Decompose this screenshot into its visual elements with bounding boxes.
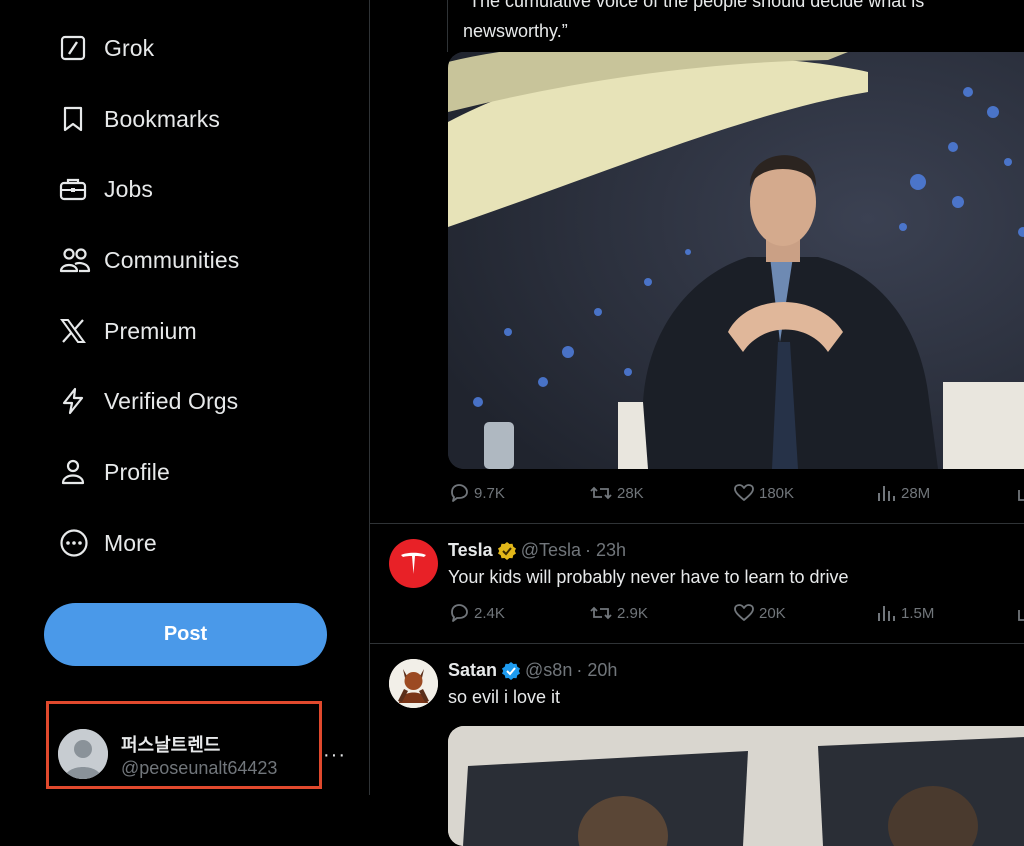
nav-bookmarks-label: Bookmarks [104, 105, 220, 132]
views-button[interactable]: 1.5M [875, 602, 934, 624]
post-divider [370, 643, 1024, 644]
share-button[interactable] [1017, 482, 1024, 504]
post-actions: 2.4K 2.9K 20K 1.5M [448, 602, 1024, 632]
post-image[interactable] [448, 52, 1024, 469]
quoted-post-text: “The cumulative voice of the people shou… [463, 0, 925, 41]
column-divider [369, 0, 370, 795]
nav-bookmarks[interactable]: Bookmarks [44, 91, 220, 147]
post-time[interactable]: · 20h [576, 660, 617, 681]
share-button[interactable] [1017, 602, 1024, 624]
x-logo-icon [44, 303, 104, 359]
post-divider [370, 523, 1024, 524]
author-handle[interactable]: @s8n [525, 660, 572, 681]
briefcase-icon [44, 161, 104, 217]
heart-icon [734, 484, 754, 501]
nav-profile[interactable]: Profile [44, 444, 170, 500]
post-media-preview [448, 726, 1024, 846]
heart-icon [734, 604, 754, 621]
avatar[interactable] [58, 729, 108, 779]
repost-icon [590, 606, 612, 620]
person-icon [44, 444, 104, 500]
post-button[interactable]: Post [44, 603, 327, 666]
post-time[interactable]: · 23h [585, 540, 626, 561]
like-button[interactable]: 180K [733, 482, 794, 504]
analytics-icon [878, 486, 895, 501]
analytics-icon [878, 606, 895, 621]
nav-more-label: More [104, 529, 157, 556]
nav-jobs[interactable]: Jobs [44, 161, 153, 217]
post-header: Tesla @Tesla · 23h [448, 540, 626, 561]
nav-more[interactable]: More [44, 515, 157, 571]
account-more-icon[interactable]: ··· [323, 744, 346, 767]
sidebar: Grok Bookmarks Jobs Communities Premium … [0, 0, 369, 795]
gold-verified-badge-icon [497, 541, 516, 560]
nav-grok-label: Grok [104, 34, 155, 61]
author-name[interactable]: Satan [448, 660, 497, 681]
author-handle[interactable]: @Tesla [521, 540, 581, 561]
repost-icon [590, 486, 612, 500]
reply-icon [451, 484, 468, 502]
bookmark-icon [44, 91, 104, 147]
nav-grok[interactable]: Grok [44, 20, 154, 76]
nav-communities-label: Communities [104, 246, 240, 273]
more-circle-icon [44, 515, 104, 571]
people-icon [44, 232, 104, 288]
repost-button[interactable]: 2.9K [589, 602, 648, 624]
lightning-icon [44, 373, 104, 429]
post-text: Your kids will probably never have to le… [448, 567, 849, 587]
blue-verified-badge-icon [502, 661, 521, 680]
quoted-post-actions: 9.7K 28K 180K 28M [448, 482, 1024, 512]
views-button[interactable]: 28M [875, 482, 930, 504]
tesla-logo-icon [389, 539, 438, 588]
thread-line [447, 0, 448, 52]
share-icon [1018, 490, 1024, 501]
share-icon [1018, 610, 1024, 621]
nav-communities[interactable]: Communities [44, 232, 239, 288]
post-text: so evil i love it [448, 687, 561, 707]
default-avatar-icon [58, 729, 108, 779]
nav-verified-orgs-label: Verified Orgs [104, 387, 239, 414]
reply-button[interactable]: 9.7K [448, 482, 505, 504]
nav-profile-label: Profile [104, 458, 170, 485]
satan-avatar-image [389, 659, 438, 708]
nav-premium[interactable]: Premium [44, 303, 197, 359]
grok-icon [44, 20, 104, 76]
author-name[interactable]: Tesla [448, 540, 493, 561]
nav-jobs-label: Jobs [104, 175, 153, 202]
nav-verified-orgs[interactable]: Verified Orgs [44, 373, 238, 429]
account-name: 퍼스날트렌드 [121, 735, 221, 755]
reply-button[interactable]: 2.4K [448, 602, 505, 624]
speaker-photo [448, 52, 1024, 469]
avatar[interactable] [389, 539, 438, 588]
nav-premium-label: Premium [104, 317, 197, 344]
repost-button[interactable]: 28K [589, 482, 644, 504]
post-header: Satan @s8n · 20h [448, 660, 617, 681]
like-button[interactable]: 20K [733, 602, 786, 624]
post-image[interactable] [448, 726, 1024, 846]
avatar[interactable] [389, 659, 438, 708]
reply-icon [451, 604, 468, 622]
account-handle: @peoseunalt64423 [121, 758, 278, 778]
